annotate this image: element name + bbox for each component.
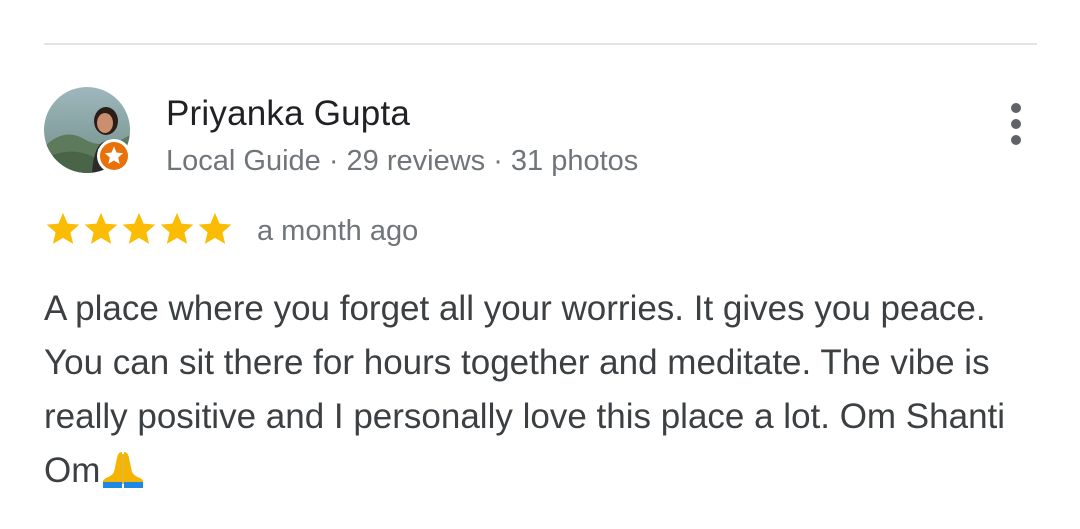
star-icon [84, 212, 118, 244]
star-icon [198, 212, 232, 244]
more-vert-icon[interactable] [1000, 100, 1032, 148]
star-icon [46, 212, 80, 244]
author-name[interactable]: Priyanka Gupta [166, 94, 410, 134]
review-time: a month ago [257, 215, 419, 247]
folded-hands-emoji [100, 448, 146, 488]
top-divider [44, 43, 1037, 45]
star-icon [122, 212, 156, 244]
local-guide-star-badge-icon [96, 138, 132, 174]
star-rating [44, 210, 234, 250]
star-icon [160, 212, 194, 244]
review-text-block: A place where you forget all your worrie… [44, 282, 1034, 498]
review-text: A place where you forget all your worrie… [44, 289, 1006, 490]
author-meta: Local Guide · 29 reviews · 31 photos [166, 145, 639, 177]
